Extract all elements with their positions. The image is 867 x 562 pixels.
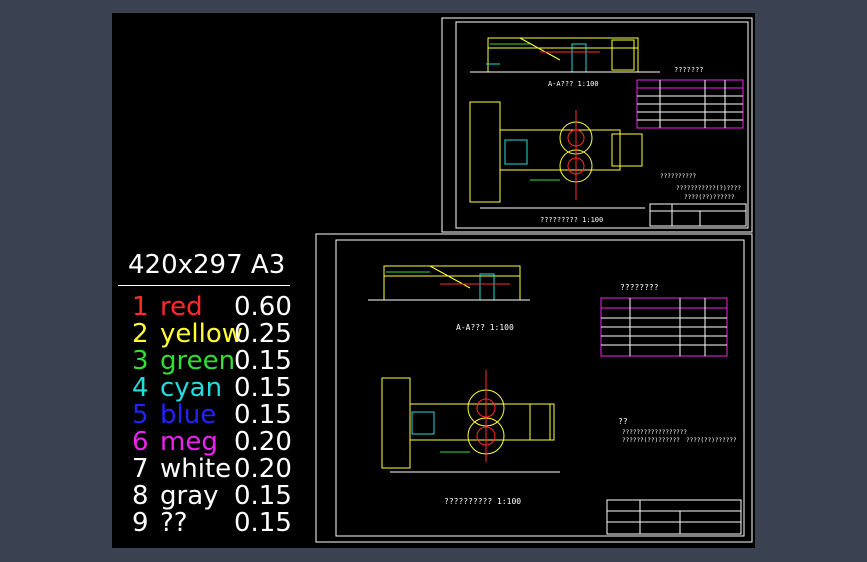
sheet-top-section-view xyxy=(470,37,660,73)
sheet-top-plan-view xyxy=(469,101,645,209)
sheet-bottom-section-view xyxy=(368,265,530,301)
top-note-2: ???????????(?)???? xyxy=(676,185,741,192)
sheet-bottom-title-block xyxy=(606,499,742,535)
top-note-3: ????(??)?????? xyxy=(684,194,735,201)
bottom-note-1: ?????????????????? xyxy=(622,429,687,436)
sheet-top-material-table xyxy=(636,79,744,129)
top-plan-label: ????????? 1:100 xyxy=(540,216,603,224)
sheet-bottom xyxy=(315,233,753,543)
bottom-note-3: ????(??)?????? xyxy=(686,437,737,444)
sheet-top-title-block xyxy=(649,203,747,227)
top-section-label: A-A??? 1:100 xyxy=(548,80,599,88)
sheet-bottom-plan-view xyxy=(381,370,560,473)
bottom-section-label: A-A??? 1:100 xyxy=(456,323,514,332)
sheet-bottom-outer-frame xyxy=(315,233,753,543)
top-table-title: ??????? xyxy=(674,66,704,74)
top-note-1: ?????????? xyxy=(660,173,697,180)
drawing-sheets: A-A??? 1:100 ????????? 1:100 ??????? ???… xyxy=(315,17,753,543)
sheet-bottom-material-table xyxy=(600,297,728,357)
bottom-note-title: ?? xyxy=(618,417,628,426)
bottom-note-2: ??????(??)?????? xyxy=(622,437,680,444)
sheet-bottom-inner-frame xyxy=(335,239,745,537)
bottom-plan-label: ?????????? 1:100 xyxy=(444,497,521,506)
bottom-table-title: ???????? xyxy=(620,283,659,292)
